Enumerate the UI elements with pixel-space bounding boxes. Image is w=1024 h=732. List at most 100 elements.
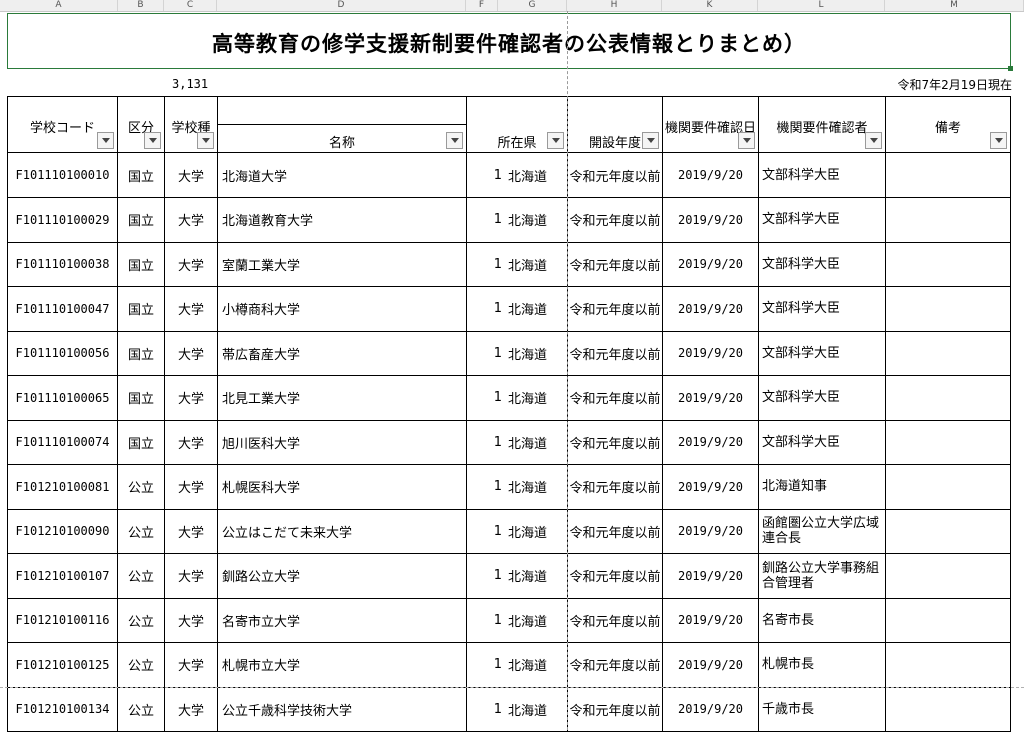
cell-name[interactable]: 公立千歳科学技術大学 bbox=[217, 687, 466, 732]
cell-year[interactable]: 令和元年度以前 bbox=[567, 286, 662, 332]
cell-bikou[interactable] bbox=[885, 509, 1011, 554]
filter-dropdown-icon[interactable] bbox=[547, 132, 564, 149]
filter-dropdown-icon[interactable] bbox=[738, 132, 755, 149]
cell-kubun[interactable]: 公立 bbox=[117, 509, 164, 554]
cell-date[interactable]: 2019/9/20 bbox=[662, 687, 758, 732]
column-letter-k[interactable]: K bbox=[662, 0, 758, 11]
cell-confirmer[interactable]: 文部科学大臣 bbox=[758, 153, 885, 198]
cell-code[interactable]: F101110100074 bbox=[7, 420, 117, 465]
cell-confirmer[interactable]: 函館圏公立大学広域連合長 bbox=[758, 509, 885, 554]
cell-kubun[interactable]: 国立 bbox=[117, 286, 164, 332]
cell-year[interactable]: 令和元年度以前 bbox=[567, 509, 662, 554]
cell-shubetsu[interactable]: 大学 bbox=[164, 509, 217, 554]
cell-pref[interactable]: 1 北海道 bbox=[466, 553, 567, 599]
cell-date[interactable]: 2019/9/20 bbox=[662, 153, 758, 198]
cell-pref[interactable]: 1 北海道 bbox=[466, 598, 567, 643]
cell-name[interactable]: 帯広畜産大学 bbox=[217, 331, 466, 376]
cell-date[interactable]: 2019/9/20 bbox=[662, 642, 758, 688]
cell-date[interactable]: 2019/9/20 bbox=[662, 420, 758, 465]
cell-name[interactable]: 札幌市立大学 bbox=[217, 642, 466, 688]
cell-kubun[interactable]: 公立 bbox=[117, 598, 164, 643]
cell-shubetsu[interactable]: 大学 bbox=[164, 286, 217, 332]
cell-year[interactable]: 令和元年度以前 bbox=[567, 642, 662, 688]
fill-handle[interactable] bbox=[1008, 66, 1013, 71]
cell-year[interactable]: 令和元年度以前 bbox=[567, 464, 662, 510]
cell-pref[interactable]: 1 北海道 bbox=[466, 242, 567, 287]
filter-dropdown-icon[interactable] bbox=[144, 132, 161, 149]
cell-bikou[interactable] bbox=[885, 331, 1011, 376]
cell-name[interactable]: 北海道教育大学 bbox=[217, 197, 466, 243]
filter-dropdown-icon[interactable] bbox=[990, 132, 1007, 149]
cell-bikou[interactable] bbox=[885, 642, 1011, 688]
cell-confirmer[interactable]: 名寄市長 bbox=[758, 598, 885, 643]
cell-kubun[interactable]: 公立 bbox=[117, 464, 164, 510]
filter-dropdown-icon[interactable] bbox=[97, 132, 114, 149]
cell-shubetsu[interactable]: 大学 bbox=[164, 197, 217, 243]
cell-shubetsu[interactable]: 大学 bbox=[164, 153, 217, 198]
cell-shubetsu[interactable]: 大学 bbox=[164, 687, 217, 732]
cell-confirmer[interactable]: 文部科学大臣 bbox=[758, 420, 885, 465]
cell-shubetsu[interactable]: 大学 bbox=[164, 598, 217, 643]
cell-confirmer[interactable]: 文部科学大臣 bbox=[758, 197, 885, 243]
cell-shubetsu[interactable]: 大学 bbox=[164, 642, 217, 688]
cell-year[interactable]: 令和元年度以前 bbox=[567, 242, 662, 287]
cell-kubun[interactable]: 国立 bbox=[117, 375, 164, 421]
cell-kubun[interactable]: 国立 bbox=[117, 242, 164, 287]
cell-code[interactable]: F101210100081 bbox=[7, 464, 117, 510]
cell-confirmer[interactable]: 文部科学大臣 bbox=[758, 331, 885, 376]
column-letter-g[interactable]: G bbox=[498, 0, 567, 11]
cell-bikou[interactable] bbox=[885, 553, 1011, 599]
cell-kubun[interactable]: 公立 bbox=[117, 687, 164, 732]
cell-year[interactable]: 令和元年度以前 bbox=[567, 687, 662, 732]
cell-name[interactable]: 北見工業大学 bbox=[217, 375, 466, 421]
cell-code[interactable]: F101110100065 bbox=[7, 375, 117, 421]
cell-date[interactable]: 2019/9/20 bbox=[662, 242, 758, 287]
cell-code[interactable]: F101210100134 bbox=[7, 687, 117, 732]
cell-bikou[interactable] bbox=[885, 687, 1011, 732]
cell-bikou[interactable] bbox=[885, 197, 1011, 243]
column-letter-m[interactable]: M bbox=[885, 0, 1024, 11]
cell-confirmer[interactable]: 文部科学大臣 bbox=[758, 242, 885, 287]
title-cell[interactable]: 高等教育の修学支援新制要件確認者の公表情報とりまとめ） bbox=[7, 13, 1013, 71]
cell-pref[interactable]: 1 北海道 bbox=[466, 197, 567, 243]
cell-bikou[interactable] bbox=[885, 286, 1011, 332]
cell-shubetsu[interactable]: 大学 bbox=[164, 331, 217, 376]
cell-name[interactable]: 小樽商科大学 bbox=[217, 286, 466, 332]
cell-year[interactable]: 令和元年度以前 bbox=[567, 197, 662, 243]
cell-name[interactable]: 名寄市立大学 bbox=[217, 598, 466, 643]
cell-bikou[interactable] bbox=[885, 598, 1011, 643]
cell-date[interactable]: 2019/9/20 bbox=[662, 598, 758, 643]
filter-dropdown-icon[interactable] bbox=[642, 132, 659, 149]
column-letter-f[interactable]: F bbox=[466, 0, 498, 11]
cell-shubetsu[interactable]: 大学 bbox=[164, 553, 217, 599]
cell-year[interactable]: 令和元年度以前 bbox=[567, 153, 662, 198]
cell-kubun[interactable]: 国立 bbox=[117, 331, 164, 376]
cell-confirmer[interactable]: 札幌市長 bbox=[758, 642, 885, 688]
cell-name[interactable]: 公立はこだて未来大学 bbox=[217, 509, 466, 554]
cell-bikou[interactable] bbox=[885, 375, 1011, 421]
cell-code[interactable]: F101210100090 bbox=[7, 509, 117, 554]
cell-code[interactable]: F101110100010 bbox=[7, 153, 117, 198]
column-letter-a[interactable]: A bbox=[0, 0, 118, 11]
cell-code[interactable]: F101210100107 bbox=[7, 553, 117, 599]
cell-year[interactable]: 令和元年度以前 bbox=[567, 420, 662, 465]
filter-dropdown-icon[interactable] bbox=[865, 132, 882, 149]
cell-name[interactable]: 室蘭工業大学 bbox=[217, 242, 466, 287]
cell-kubun[interactable]: 公立 bbox=[117, 553, 164, 599]
cell-pref[interactable]: 1 北海道 bbox=[466, 286, 567, 332]
cell-bikou[interactable] bbox=[885, 464, 1011, 510]
cell-kubun[interactable]: 国立 bbox=[117, 420, 164, 465]
cell-date[interactable]: 2019/9/20 bbox=[662, 375, 758, 421]
cell-date[interactable]: 2019/9/20 bbox=[662, 464, 758, 510]
cell-year[interactable]: 令和元年度以前 bbox=[567, 598, 662, 643]
cell-pref[interactable]: 1 北海道 bbox=[466, 375, 567, 421]
cell-code[interactable]: F101210100125 bbox=[7, 642, 117, 688]
cell-confirmer[interactable]: 千歳市長 bbox=[758, 687, 885, 732]
cell-code[interactable]: F101110100047 bbox=[7, 286, 117, 332]
cell-code[interactable]: F101110100029 bbox=[7, 197, 117, 243]
column-letter-b[interactable]: B bbox=[118, 0, 164, 11]
cell-name[interactable]: 北海道大学 bbox=[217, 153, 466, 198]
cell-pref[interactable]: 1 北海道 bbox=[466, 153, 567, 198]
cell-confirmer[interactable]: 釧路公立大学事務組合管理者 bbox=[758, 553, 885, 599]
cell-pref[interactable]: 1 北海道 bbox=[466, 509, 567, 554]
